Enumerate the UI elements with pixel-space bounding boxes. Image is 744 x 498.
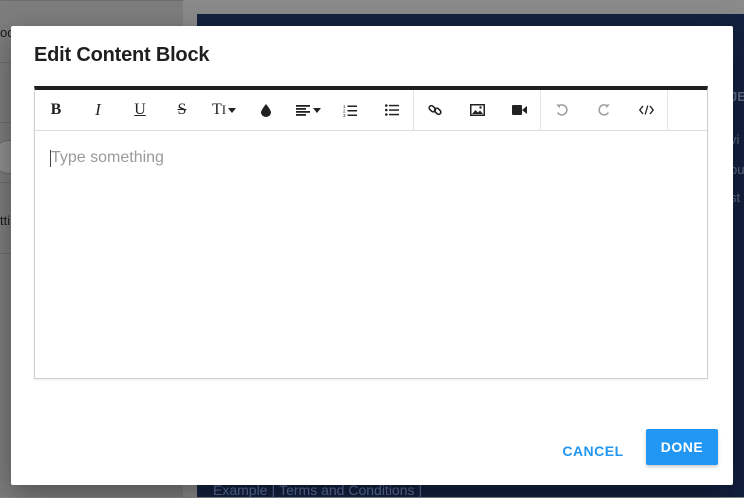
italic-icon: I bbox=[95, 100, 101, 119]
svg-text:3: 3 bbox=[343, 113, 346, 117]
link-icon bbox=[428, 104, 442, 116]
strikethrough-icon: S bbox=[177, 101, 187, 118]
code-icon bbox=[638, 105, 654, 115]
image-button[interactable] bbox=[456, 90, 498, 130]
video-icon bbox=[511, 105, 527, 115]
editor-toolbar: B I U S TI 1 2 3 bbox=[35, 90, 707, 131]
ordered-list-button[interactable]: 123 bbox=[329, 90, 371, 130]
background-text: tti bbox=[0, 213, 11, 228]
bold-button[interactable]: B bbox=[35, 90, 77, 130]
undo-button[interactable] bbox=[541, 90, 583, 130]
italic-button[interactable]: I bbox=[77, 90, 119, 130]
text-color-button[interactable] bbox=[245, 90, 287, 130]
redo-icon bbox=[598, 104, 610, 116]
font-size-icon: TI bbox=[211, 101, 227, 118]
align-button[interactable] bbox=[287, 90, 329, 130]
unordered-list-icon bbox=[385, 104, 399, 116]
strikethrough-button[interactable]: S bbox=[161, 90, 203, 130]
rich-text-editor: B I U S TI 1 2 3 Type something bbox=[34, 86, 708, 379]
image-icon bbox=[469, 104, 485, 116]
ordered-list-icon: 123 bbox=[343, 104, 357, 117]
toolbar-group-history bbox=[541, 90, 668, 130]
dialog-title: Edit Content Block bbox=[34, 44, 210, 66]
unordered-list-button[interactable] bbox=[371, 90, 413, 130]
editor-placeholder: Type something bbox=[51, 149, 164, 166]
toolbar-group-insert bbox=[414, 90, 541, 130]
done-button[interactable]: DONE bbox=[646, 429, 718, 465]
editor-content-area[interactable]: Type something bbox=[35, 131, 707, 377]
underline-icon: U bbox=[134, 101, 146, 118]
align-icon bbox=[295, 104, 310, 116]
video-button[interactable] bbox=[498, 90, 540, 130]
font-size-button[interactable]: TI bbox=[203, 90, 245, 130]
chevron-down-icon bbox=[312, 107, 321, 113]
underline-button[interactable]: U bbox=[119, 90, 161, 130]
undo-icon bbox=[556, 104, 568, 116]
bold-icon: B bbox=[50, 101, 62, 118]
color-drop-icon bbox=[261, 103, 271, 117]
cancel-button[interactable]: CANCEL bbox=[555, 434, 631, 468]
redo-button[interactable] bbox=[583, 90, 625, 130]
edit-content-dialog: Edit Content Block B I U S TI 1 2 3 Type… bbox=[11, 26, 733, 485]
code-view-button[interactable] bbox=[625, 90, 667, 130]
chevron-down-icon bbox=[228, 107, 237, 113]
link-button[interactable] bbox=[414, 90, 456, 130]
toolbar-group-formatting: B I U S TI 1 2 3 bbox=[35, 90, 414, 130]
